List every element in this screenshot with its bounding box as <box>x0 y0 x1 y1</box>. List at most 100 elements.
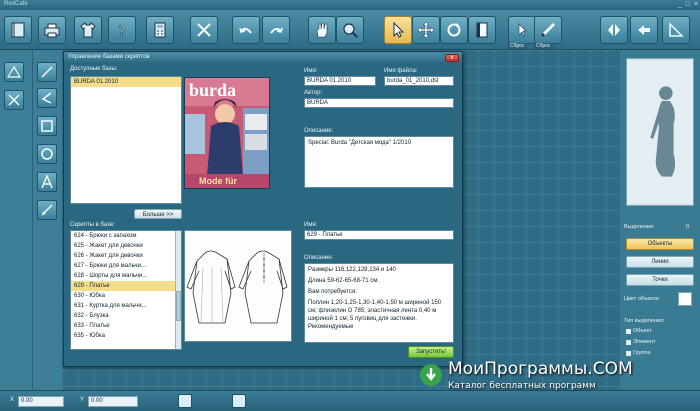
title-bar: RedCafe <box>0 0 700 10</box>
description-line: Поплин 1,20-1,25-1,30-1,40-1,50 м ширино… <box>308 300 442 330</box>
circle-tool-icon[interactable] <box>37 144 57 164</box>
shirt-icon[interactable] <box>74 16 102 44</box>
left-toolbar-2 <box>32 50 62 390</box>
minimize-icon[interactable]: _ <box>678 1 682 9</box>
description-field[interactable]: Special: Burda "Детская мода" 1/2010 <box>304 136 454 188</box>
watermark-subtitle: Каталог бесплатных программ <box>448 381 596 391</box>
author-label: Автор: <box>304 90 323 96</box>
magnifier-icon[interactable] <box>336 16 364 44</box>
mannequin-preview <box>626 58 694 206</box>
line-tool-icon[interactable] <box>37 62 57 82</box>
x-coordinate-field: 0.00 <box>18 396 64 407</box>
printer-icon[interactable] <box>38 16 66 44</box>
watermark-title: МоиПрограммы.COM <box>448 359 633 379</box>
lines-button[interactable]: Линии <box>626 256 694 268</box>
script-name-field[interactable]: 629 - Платье <box>304 230 454 240</box>
script-description-field[interactable]: Размеры 116,122,128,134 и 140 Длина 59-6… <box>304 263 454 343</box>
scripts-label: Скрипты в базе: <box>70 222 115 228</box>
rectangle-tool-icon[interactable] <box>37 116 57 136</box>
triangle-ruler-icon[interactable] <box>4 62 24 82</box>
download-arrow-icon <box>420 364 442 386</box>
mirror-vertical-icon[interactable] <box>600 16 628 44</box>
right-panel: Выделение: 0 Объекты Линии Точки Цвет об… <box>620 50 700 390</box>
list-item[interactable]: 629 - Платье <box>71 281 181 291</box>
page-icon[interactable] <box>468 16 496 44</box>
selection-label: Выделение: <box>624 224 655 230</box>
undo-icon[interactable] <box>232 16 260 44</box>
filename-field[interactable]: burda_01_2010.dsl <box>384 76 454 86</box>
script-description-label: Описание: <box>304 255 334 261</box>
points-button[interactable]: Точки <box>626 274 694 286</box>
bases-list[interactable]: BURDA 01.2010 <box>70 76 182 204</box>
angle-tool-icon[interactable] <box>37 88 57 108</box>
description-label: Описание: <box>304 128 334 134</box>
list-item[interactable]: BURDA 01.2010 <box>71 77 181 87</box>
watermark: МоиПрограммы.COM Каталог бесплатных прог… <box>420 359 680 395</box>
selection-type-label: Тип выделения: <box>624 318 665 324</box>
text-tool-icon[interactable] <box>37 172 57 192</box>
main-toolbar: ? Сброс Сброс <box>0 10 700 50</box>
list-item[interactable]: 624 - Брюки с запахом <box>71 231 181 241</box>
pointer-reset-button[interactable] <box>508 16 536 44</box>
snap-icon[interactable] <box>178 394 192 408</box>
pencil-icon[interactable] <box>534 16 562 44</box>
dialog-close-button[interactable]: x <box>445 54 459 62</box>
name-field[interactable]: BURDA 01.2010 <box>304 76 376 86</box>
y-label: Y <box>80 397 85 403</box>
more-button[interactable]: Больше >> <box>134 209 182 219</box>
list-item[interactable]: 627 - Брюки для мальчи... <box>71 261 181 271</box>
help-icon[interactable]: ? <box>108 16 136 44</box>
author-field[interactable]: BURDA <box>304 98 454 108</box>
mannequin-silhouette-icon <box>627 60 693 204</box>
selection-count: 0 <box>686 224 690 230</box>
object-color-swatch[interactable] <box>678 292 692 306</box>
script-name-label: Имя: <box>304 222 318 228</box>
svg-text:?: ? <box>118 22 126 39</box>
cover-brand: burda <box>189 80 237 100</box>
move-icon[interactable] <box>412 16 440 44</box>
scrollbar-thumb[interactable] <box>176 291 181 321</box>
maximize-icon[interactable]: □ <box>686 1 690 9</box>
list-item[interactable]: 631 - Куртка для мальчи... <box>71 301 181 311</box>
mirror-horizontal-icon[interactable] <box>630 16 658 44</box>
list-item[interactable]: 626 - Жакет для девочки <box>71 251 181 261</box>
list-item[interactable]: 630 - Юбка <box>71 291 181 301</box>
selection-type-object[interactable]: Объект <box>626 328 652 334</box>
run-button[interactable]: Запустить! <box>408 346 454 358</box>
description-line: Размеры 116,122,128,134 и 140 <box>308 267 396 273</box>
list-item[interactable]: 633 - Платье <box>71 321 181 331</box>
cut-tool-icon[interactable] <box>4 90 24 110</box>
y-coordinate-field: 0.00 <box>88 396 138 407</box>
filename-label: Имя файла: <box>384 68 418 74</box>
layer-icon[interactable] <box>232 394 246 408</box>
rotate-icon[interactable] <box>440 16 468 44</box>
selection-type-element[interactable]: Элемент <box>626 339 655 345</box>
measure-line-icon[interactable] <box>37 200 57 220</box>
objects-button[interactable]: Объекты <box>626 238 694 250</box>
hand-icon[interactable] <box>308 16 336 44</box>
scissors-icon[interactable] <box>190 16 218 44</box>
pointer-icon[interactable] <box>384 16 412 44</box>
calculator-icon[interactable] <box>146 16 174 44</box>
scripts-scrollbar[interactable] <box>175 231 181 349</box>
description-line: Вам потребуется: <box>308 289 357 295</box>
pattern-sketch-image <box>184 230 292 342</box>
available-bases-label: Доступные базы: <box>70 66 118 72</box>
scripts-list[interactable]: 624 - Брюки с запахом 625 - Жакет для де… <box>70 230 182 350</box>
notebook-icon[interactable] <box>4 16 32 44</box>
reset-label-1: Сброс <box>508 43 527 49</box>
list-item[interactable]: 625 - Жакет для девочки <box>71 241 181 251</box>
close-window-icon[interactable]: × <box>694 1 698 9</box>
list-item[interactable]: 635 - Юбка <box>71 331 181 341</box>
reset-label-2: Сброс <box>534 43 553 49</box>
selection-type-group[interactable]: Группа <box>626 350 650 356</box>
redo-icon[interactable] <box>262 16 290 44</box>
cover-text: Mode für <box>199 176 237 186</box>
name-label: Имя: <box>304 68 318 74</box>
measure-icon[interactable] <box>662 16 690 44</box>
list-item[interactable]: 628 - Шорты для мальчи... <box>71 271 181 281</box>
window-controls: _ □ × <box>678 1 698 9</box>
description-line: Длина 59-62-65-68-71 см. <box>308 278 380 284</box>
magazine-cover-image: burda Mode für <box>184 77 270 189</box>
list-item[interactable]: 632 - Блузка <box>71 311 181 321</box>
